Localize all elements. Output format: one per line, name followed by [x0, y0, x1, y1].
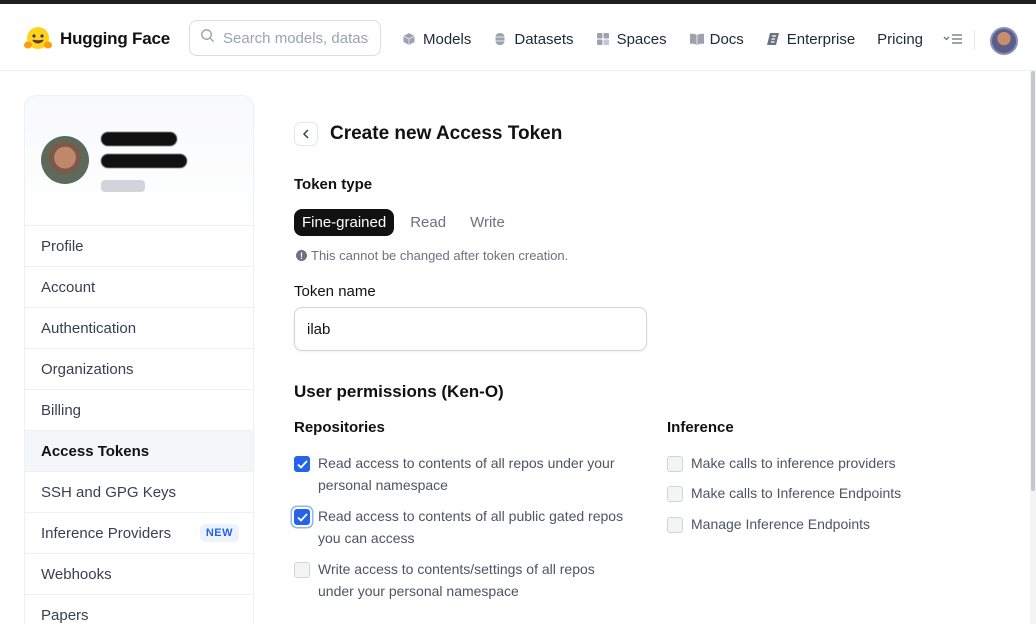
enterprise-icon [766, 32, 780, 46]
search-input[interactable] [223, 29, 369, 47]
repo-read-personal-checkbox[interactable] [294, 456, 310, 472]
redacted-name [101, 132, 177, 146]
grid-icon [596, 32, 610, 46]
book-icon [689, 32, 704, 46]
back-button[interactable] [294, 122, 318, 146]
nav-docs[interactable]: Docs [689, 28, 744, 50]
checkbox-label: Make calls to inference providers [691, 455, 896, 471]
sidebar-item-label: Access Tokens [41, 442, 150, 460]
search-box[interactable] [189, 20, 381, 56]
sidebar-item-label: Profile [41, 237, 84, 255]
sidebar-item-ssh-gpg-keys[interactable]: SSH and GPG Keys [25, 472, 253, 513]
sidebar-item-account[interactable]: Account [25, 267, 253, 308]
brand-logo[interactable]: Hugging Face [24, 26, 170, 52]
brand-name: Hugging Face [60, 29, 170, 48]
token-type-label: Token type [294, 176, 373, 193]
token-name-input[interactable] [294, 307, 647, 351]
inference-endpoints-calls-checkbox[interactable] [667, 486, 683, 502]
repo-read-gated-checkbox[interactable] [294, 509, 310, 525]
sidebar-menu: Profile Account Authentication Organizat… [25, 225, 253, 624]
inference-providers-checkbox[interactable] [667, 456, 683, 472]
sidebar-item-label: Inference Providers [41, 524, 172, 542]
repo-read-gated-option[interactable]: Read access to contents of all public ga… [294, 507, 623, 549]
search-icon [200, 28, 215, 48]
sidebar-item-inference-providers[interactable]: Inference Providers NEW [25, 513, 253, 554]
manage-inference-endpoints-checkbox[interactable] [667, 517, 683, 533]
checkbox-label: Make calls to Inference Endpoints [691, 485, 902, 501]
token-name-label: Token name [294, 283, 376, 300]
repositories-label: Repositories [294, 419, 385, 436]
token-type-selector: Fine-grained Read Write [294, 209, 521, 236]
sidebar-item-webhooks[interactable]: Webhooks [25, 554, 253, 595]
chevron-menu-icon[interactable] [943, 33, 963, 48]
nav-datasets-label: Datasets [514, 30, 574, 48]
header-divider [974, 30, 975, 50]
user-avatar[interactable] [990, 27, 1018, 55]
page-title: Create new Access Token [330, 123, 563, 144]
top-navigation-bar: Hugging Face Models Datasets Spaces Docs… [0, 4, 1036, 71]
sidebar-item-label: Papers [41, 606, 89, 624]
sidebar-item-label: Authentication [41, 319, 137, 337]
user-permissions-title: User permissions (Ken-O) [294, 382, 504, 401]
nav-pricing[interactable]: Pricing [877, 28, 923, 50]
sidebar-item-label: Organizations [41, 360, 134, 378]
repo-write-personal-option[interactable]: Write access to contents/settings of all… [294, 560, 595, 602]
sidebar-item-organizations[interactable]: Organizations [25, 349, 253, 390]
sidebar-item-billing[interactable]: Billing [25, 390, 253, 431]
nav-enterprise[interactable]: Enterprise [766, 28, 855, 50]
token-type-read[interactable]: Read [402, 209, 454, 236]
checkbox-label: Manage Inference Endpoints [691, 516, 871, 532]
settings-sidebar: Profile Account Authentication Organizat… [24, 95, 254, 624]
nav-enterprise-label: Enterprise [786, 30, 856, 48]
inference-endpoints-calls-option[interactable]: Make calls to Inference Endpoints [667, 484, 901, 504]
nav-models[interactable]: Models [402, 28, 471, 50]
main-nav: Models Datasets Spaces Docs Enterprise P… [402, 28, 945, 50]
repo-read-personal-option[interactable]: Read access to contents of all repos und… [294, 454, 615, 496]
sidebar-item-label: Webhooks [41, 565, 112, 583]
chevron-left-icon [302, 127, 310, 142]
token-type-hint: ! This cannot be changed after token cre… [296, 248, 568, 263]
nav-docs-label: Docs [709, 30, 744, 48]
cube-icon [402, 32, 416, 46]
sidebar-item-access-tokens[interactable]: Access Tokens [25, 431, 253, 472]
redacted-username [101, 154, 187, 168]
checkbox-label: Read access to contents of all repos und… [318, 455, 615, 493]
checkbox-label: Read access to contents of all public ga… [318, 508, 624, 546]
manage-inference-endpoints-option[interactable]: Manage Inference Endpoints [667, 515, 870, 535]
token-type-fine-grained[interactable]: Fine-grained [294, 209, 395, 236]
token-type-write[interactable]: Write [462, 209, 513, 236]
info-icon: ! [296, 250, 307, 261]
redacted-badge [101, 180, 145, 192]
page-scrollbar-thumb[interactable] [1031, 71, 1035, 491]
new-badge: NEW [199, 524, 239, 542]
nav-spaces-label: Spaces [616, 30, 667, 48]
database-icon [493, 32, 507, 46]
profile-avatar [41, 136, 89, 184]
hugging-face-logo-icon [24, 26, 52, 52]
nav-pricing-label: Pricing [877, 30, 924, 48]
sidebar-item-profile[interactable]: Profile [25, 226, 253, 267]
sidebar-item-label: Billing [41, 401, 82, 419]
sidebar-item-authentication[interactable]: Authentication [25, 308, 253, 349]
inference-providers-option[interactable]: Make calls to inference providers [667, 454, 896, 474]
sidebar-item-papers[interactable]: Papers [25, 595, 253, 624]
nav-spaces[interactable]: Spaces [596, 28, 667, 50]
nav-models-label: Models [423, 30, 472, 48]
repo-write-personal-checkbox[interactable] [294, 562, 310, 578]
nav-datasets[interactable]: Datasets [493, 28, 574, 50]
hint-text: This cannot be changed after token creat… [311, 248, 569, 263]
sidebar-item-label: SSH and GPG Keys [41, 483, 177, 501]
checkbox-label: Write access to contents/settings of all… [318, 561, 595, 599]
inference-label: Inference [667, 419, 734, 436]
sidebar-item-label: Account [41, 278, 96, 296]
